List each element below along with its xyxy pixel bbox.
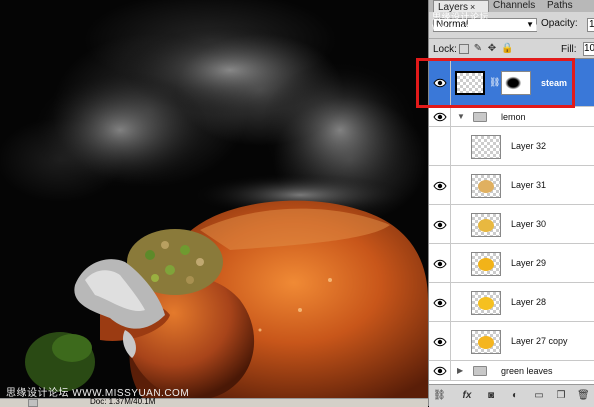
lemon-thumbnail-art (478, 257, 494, 271)
link-layers-icon[interactable]: ⛓ (433, 390, 446, 402)
turkey-artwork (25, 25, 428, 406)
new-layer-icon[interactable]: ❐ (555, 390, 567, 402)
new-group-icon[interactable]: ▭ (533, 390, 545, 402)
delete-layer-icon[interactable]: 🗑 (577, 390, 590, 402)
lock-image-brush-icon[interactable]: ✎ (473, 44, 483, 54)
layers-list[interactable]: ⛓ steam ▼ lemon Layer 32 Layer 31 Layer 30 Laye… (429, 58, 594, 385)
visibility-toggle[interactable] (429, 59, 451, 106)
expand-down-icon[interactable]: ▼ (457, 112, 465, 121)
layer-style-fx-icon[interactable]: fx (461, 390, 473, 402)
eye-icon (433, 181, 447, 190)
layer-row[interactable]: ⛓ steam (429, 59, 594, 107)
fill-input[interactable]: 100 (583, 42, 594, 56)
layer-thumbnail (471, 251, 501, 276)
layers-panel: Layers × Channels Paths Normal ▼ Opacity: … (428, 0, 594, 407)
layers-bottom-bar: ⛓ fx ◙ ◐ ▭ ❐ 🗑 (429, 384, 594, 407)
layer-thumbnail (471, 134, 501, 159)
watermark-top: 思缘设计论坛 WWW.MISSYUAN.COM (432, 12, 538, 33)
layer-thumbnail (455, 71, 485, 95)
layer-thumbnail (471, 173, 501, 198)
eye-icon (433, 337, 447, 346)
lemon-thumbnail-art (478, 218, 494, 232)
lock-row: Lock: ✎ ✥ 🔒 Fill: 100 (429, 38, 594, 59)
folder-icon (473, 112, 487, 122)
eye-icon (433, 78, 447, 88)
eye-icon (433, 298, 447, 307)
lemon-thumbnail-art (478, 296, 494, 310)
folder-icon (473, 366, 487, 376)
layer-thumbnail (471, 329, 501, 354)
layer-group-row[interactable]: ▶ green leaves (429, 361, 594, 381)
layer-name: Layer 31 (511, 180, 547, 190)
layer-name: Layer 32 (511, 141, 547, 151)
layer-row[interactable]: Layer 32 (429, 127, 594, 166)
lock-transparency-icon[interactable] (459, 44, 469, 54)
layer-row[interactable]: Layer 29 (429, 244, 594, 283)
eye-icon (433, 220, 447, 229)
layer-row[interactable]: Layer 31 (429, 166, 594, 205)
visibility-toggle[interactable] (429, 127, 451, 165)
layer-row[interactable]: Layer 27 copy (429, 322, 594, 361)
visibility-toggle[interactable] (429, 205, 451, 243)
document-canvas[interactable]: 思缘设计论坛 WWW.MISSYUAN.COM (0, 0, 428, 406)
visibility-toggle[interactable] (429, 283, 451, 321)
layer-row[interactable]: Layer 28 (429, 283, 594, 322)
layer-name: Layer 28 (511, 297, 547, 307)
lemon-thumbnail-art (478, 335, 494, 349)
fill-label: Fill: (561, 44, 577, 55)
visibility-toggle[interactable] (429, 244, 451, 282)
layer-name: steam (541, 77, 568, 88)
layer-thumbnail (471, 290, 501, 315)
lock-label: Lock: (433, 44, 457, 55)
layer-thumbnail (471, 212, 501, 237)
visibility-toggle[interactable] (429, 107, 451, 126)
lock-all-icon[interactable]: 🔒 (501, 44, 513, 54)
layer-name: Layer 29 (511, 258, 547, 268)
lemon-thumbnail-art (478, 179, 494, 193)
visibility-toggle[interactable] (429, 322, 451, 360)
layer-name: green leaves (501, 365, 553, 376)
visibility-toggle[interactable] (429, 361, 451, 380)
doc-size: Doc: 1.37M/40.1M (90, 397, 156, 406)
mask-link-icon[interactable]: ⛓ (489, 77, 500, 88)
layer-name: Layer 30 (511, 219, 547, 229)
adjustment-layer-icon[interactable]: ◐ (509, 390, 521, 402)
eye-icon (433, 112, 447, 122)
eye-icon (433, 366, 447, 376)
eye-icon (433, 259, 447, 268)
layer-name: Layer 27 copy (511, 336, 568, 346)
layer-row[interactable]: Layer 30 (429, 205, 594, 244)
add-mask-icon[interactable]: ◙ (485, 390, 497, 402)
lock-position-move-icon[interactable]: ✥ (487, 44, 497, 54)
visibility-toggle[interactable] (429, 166, 451, 204)
expand-right-icon[interactable]: ▶ (457, 366, 463, 375)
layer-name: lemon (501, 111, 526, 122)
layer-group-row[interactable]: ▼ lemon (429, 107, 594, 127)
layer-mask-thumbnail[interactable] (501, 71, 531, 95)
